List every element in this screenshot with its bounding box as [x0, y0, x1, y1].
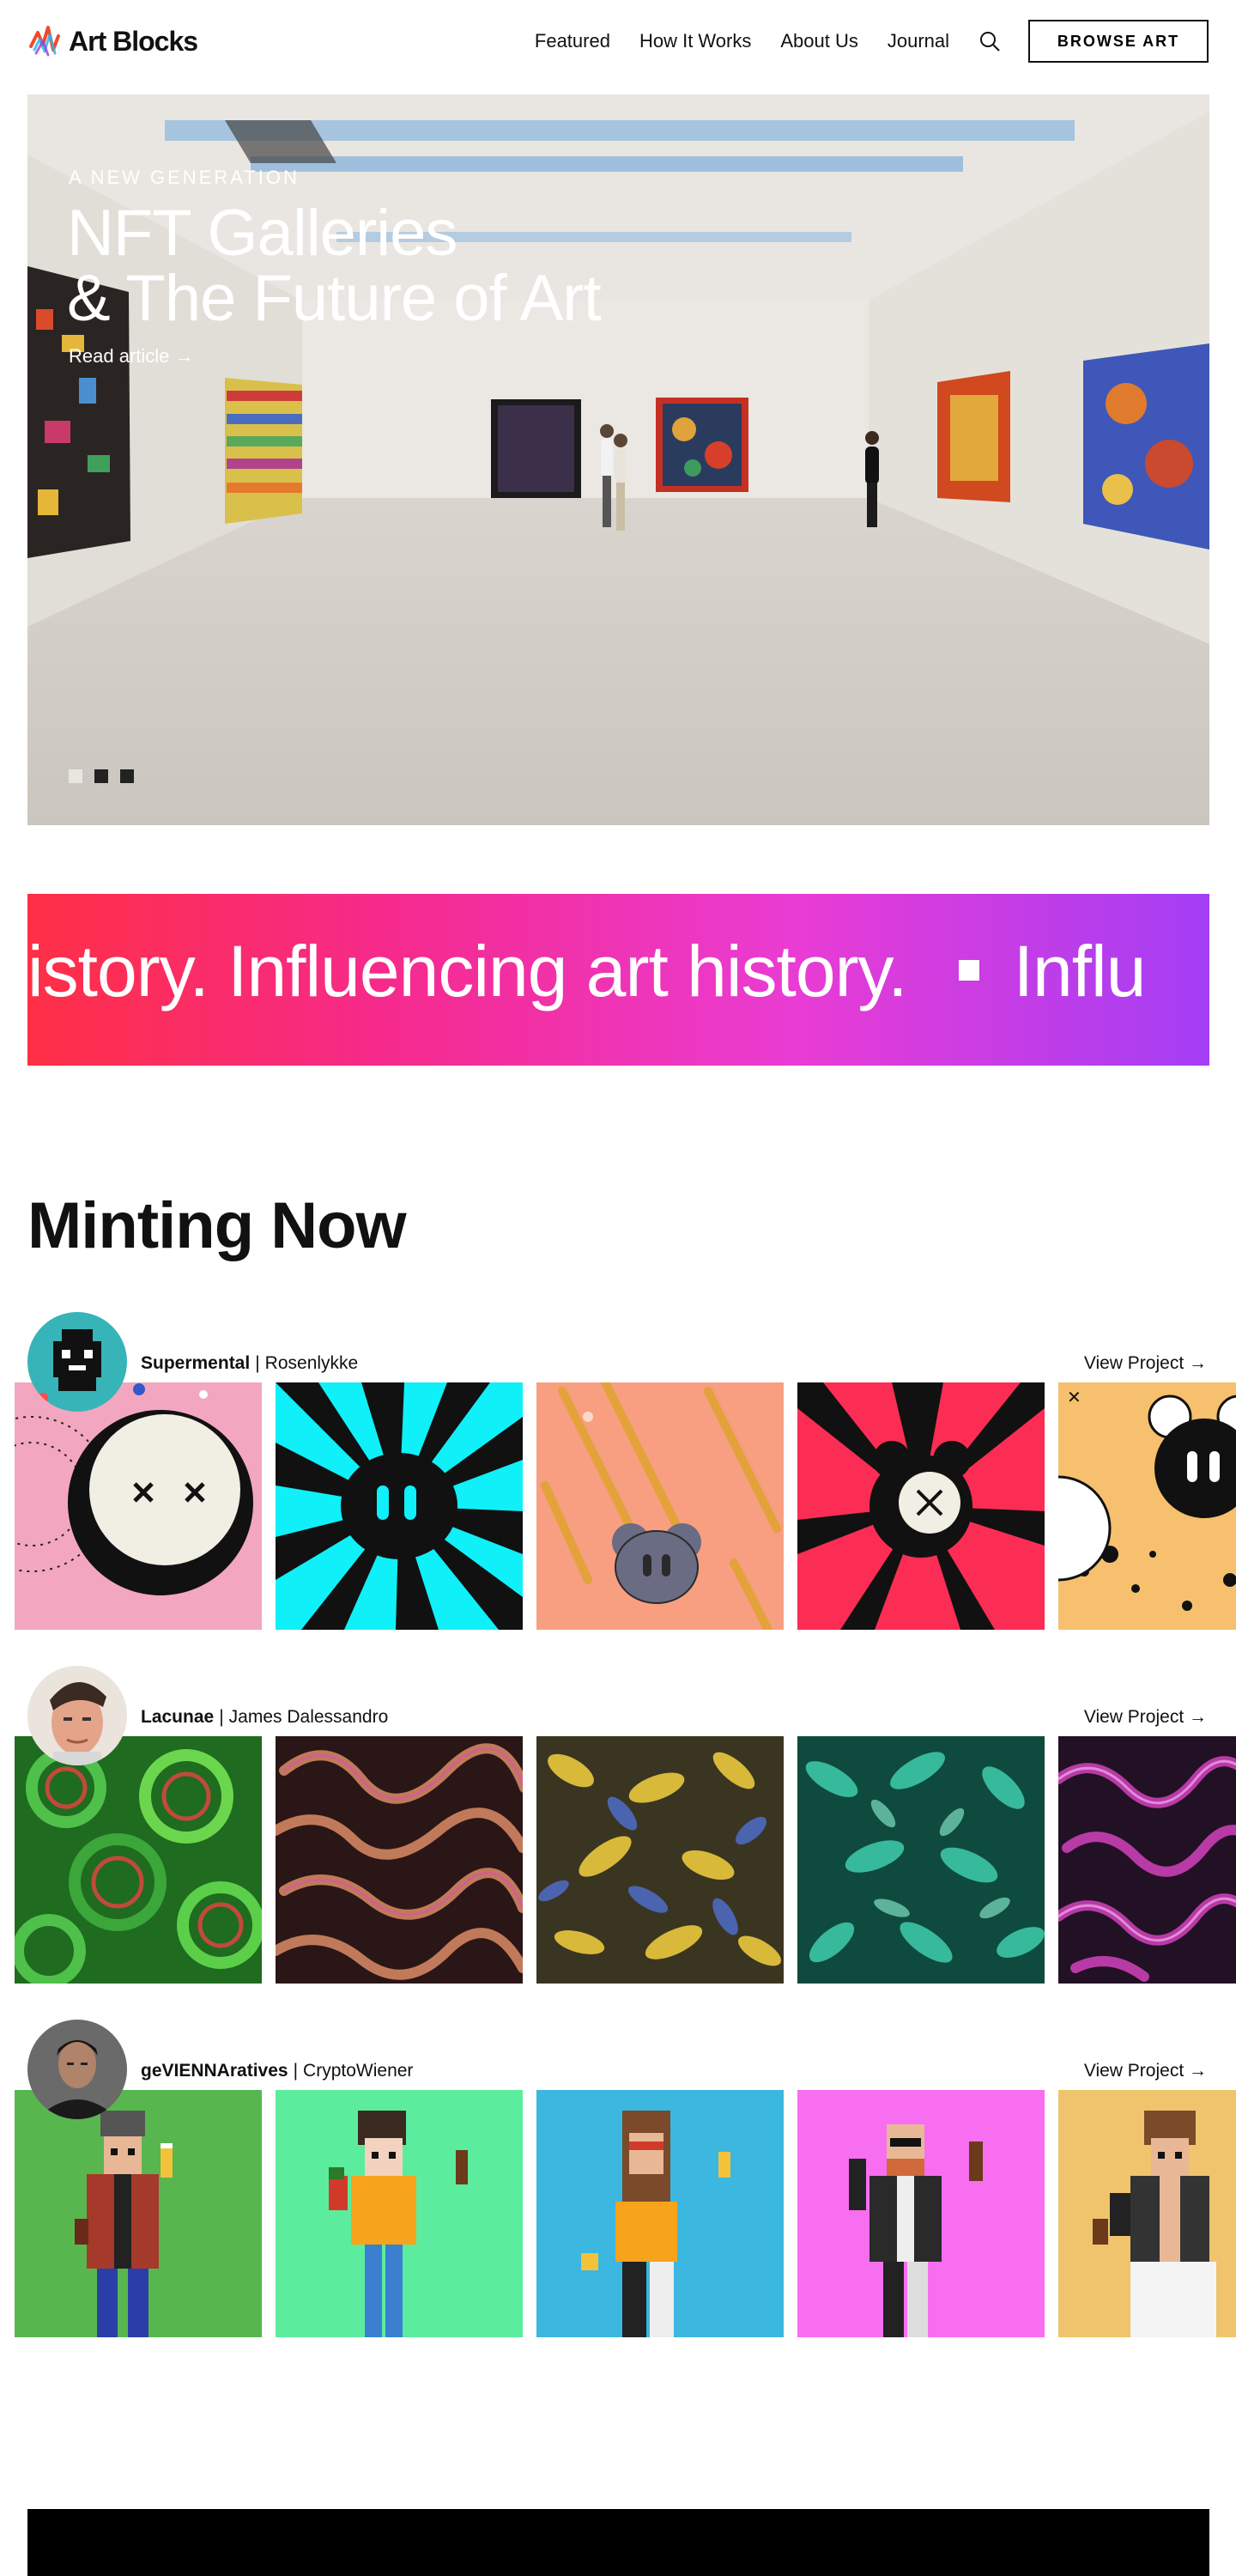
project-meta: Supermental | Rosenlykke	[141, 1353, 358, 1374]
artist-name[interactable]: Rosenlykke	[265, 1353, 359, 1373]
artwork-thumbnail[interactable]	[15, 2090, 262, 2337]
hero-title: NFT Galleries & The Future of Art	[67, 197, 602, 335]
artwork-image	[15, 1382, 262, 1630]
separator: |	[255, 1353, 260, 1373]
artwork-thumbnail[interactable]	[536, 1382, 784, 1630]
supermental-avatar-icon	[27, 1312, 127, 1412]
separator: |	[293, 2061, 299, 2081]
artwork-thumbnail[interactable]	[536, 1736, 784, 1984]
artwork-thumbnail[interactable]	[797, 1736, 1045, 1984]
artwork-thumbnail[interactable]: ✕	[1058, 1382, 1236, 1630]
artist-name[interactable]: James Dalessandro	[229, 1707, 389, 1727]
view-project-link[interactable]: View Project →	[1084, 1353, 1207, 1374]
project-row: geVIENNAratives | CryptoWiener View Projec…	[0, 2020, 1236, 2346]
carousel-dots	[69, 769, 146, 783]
project-name[interactable]: Lacunae	[141, 1707, 214, 1727]
artwork-thumbnail[interactable]	[1058, 1736, 1236, 1984]
geviennaratives-avatar-icon	[27, 2020, 127, 2119]
artist-avatar[interactable]	[27, 1666, 127, 1765]
nav-featured[interactable]: Featured	[535, 30, 610, 52]
artwork-image	[797, 1736, 1045, 1984]
marquee-text-a: istory. Influencing art history.	[27, 931, 908, 1012]
artwork-thumbnail[interactable]	[797, 1382, 1045, 1630]
separator: |	[219, 1707, 224, 1727]
svg-text:✕: ✕	[1067, 1387, 1082, 1407]
artwork-image	[1058, 2090, 1236, 2337]
artwork-thumbnail[interactable]	[1058, 2090, 1236, 2337]
hero-title-line-1: NFT Galleries	[67, 197, 457, 270]
hero-kicker: A NEW GENERATION	[69, 167, 300, 188]
artist-avatar[interactable]	[27, 2020, 127, 2119]
artwork-image	[15, 2090, 262, 2337]
carousel-dot-3[interactable]	[120, 769, 134, 783]
art-blocks-logo-icon	[29, 26, 60, 57]
artwork-image	[276, 1382, 523, 1630]
main-nav: Featured How It Works About Us Journal B…	[535, 0, 1236, 82]
view-project-link[interactable]: View Project →	[1084, 1707, 1207, 1728]
footer-bar	[27, 2509, 1209, 2576]
lacunae-avatar-icon	[27, 1666, 127, 1765]
painting-stripes	[225, 378, 302, 524]
artwork-image	[536, 1382, 784, 1630]
artwork-image	[797, 2090, 1045, 2337]
artist-name[interactable]: CryptoWiener	[303, 2061, 413, 2081]
logo-text: Art Blocks	[69, 25, 198, 57]
logo[interactable]: Art Blocks	[27, 22, 198, 60]
project-thumbnails	[15, 2090, 1236, 2339]
marquee-text-b: Influ	[1013, 931, 1147, 1012]
artwork-image: ✕	[1058, 1382, 1236, 1630]
project-meta: Lacunae | James Dalessandro	[141, 1707, 388, 1728]
search-icon[interactable]	[978, 30, 1001, 52]
read-article-link[interactable]: Read article →	[69, 345, 194, 368]
carousel-dot-1[interactable]	[69, 769, 82, 783]
carousel-dot-2[interactable]	[94, 769, 108, 783]
minting-now-title: Minting Now	[27, 1189, 407, 1262]
project-row: Lacunae | James Dalessandro View Project →	[0, 1666, 1236, 1992]
artwork-image	[1058, 1736, 1236, 1984]
artwork-thumbnail[interactable]	[15, 1382, 262, 1630]
site-header: Art Blocks Featured How It Works About U…	[0, 0, 1236, 82]
artwork-image	[536, 1736, 784, 1984]
artwork-image	[797, 1382, 1045, 1630]
view-project-link[interactable]: View Project →	[1084, 2061, 1207, 2081]
artwork-image	[276, 2090, 523, 2337]
project-name[interactable]: geVIENNAratives	[141, 2061, 288, 2081]
project-name[interactable]: Supermental	[141, 1353, 250, 1373]
project-thumbnails: ✕	[15, 1382, 1236, 1631]
marquee-text: istory. Influencing art history. Influ	[27, 930, 1147, 1013]
nav-how-it-works[interactable]: How It Works	[639, 30, 751, 52]
artwork-image	[276, 1736, 523, 1984]
artwork-thumbnail[interactable]	[797, 2090, 1045, 2337]
project-meta: geVIENNAratives | CryptoWiener	[141, 2061, 413, 2081]
artwork-thumbnail[interactable]	[15, 1736, 262, 1984]
artwork-image	[15, 1736, 262, 1984]
hero-title-line-2: & The Future of Art	[67, 262, 602, 335]
project-thumbnails	[15, 1736, 1236, 1985]
artwork-thumbnail[interactable]	[276, 1382, 523, 1630]
nav-about-us[interactable]: About Us	[780, 30, 858, 52]
project-row: Supermental|Rosenlykke View Project →	[0, 1312, 1236, 1638]
nav-journal[interactable]: Journal	[888, 30, 949, 52]
artist-avatar[interactable]	[27, 1312, 127, 1412]
artwork-image	[536, 2090, 784, 2337]
artwork-thumbnail[interactable]	[536, 2090, 784, 2337]
square-bullet-icon	[958, 959, 979, 981]
browse-art-button[interactable]: BROWSE ART	[1028, 20, 1209, 63]
marquee-banner: istory. Influencing art history. Influ	[27, 894, 1209, 1066]
hero-carousel[interactable]: A NEW GENERATION NFT Galleries & The Fut…	[27, 94, 1209, 825]
artwork-thumbnail[interactable]	[276, 2090, 523, 2337]
artwork-thumbnail[interactable]	[276, 1736, 523, 1984]
